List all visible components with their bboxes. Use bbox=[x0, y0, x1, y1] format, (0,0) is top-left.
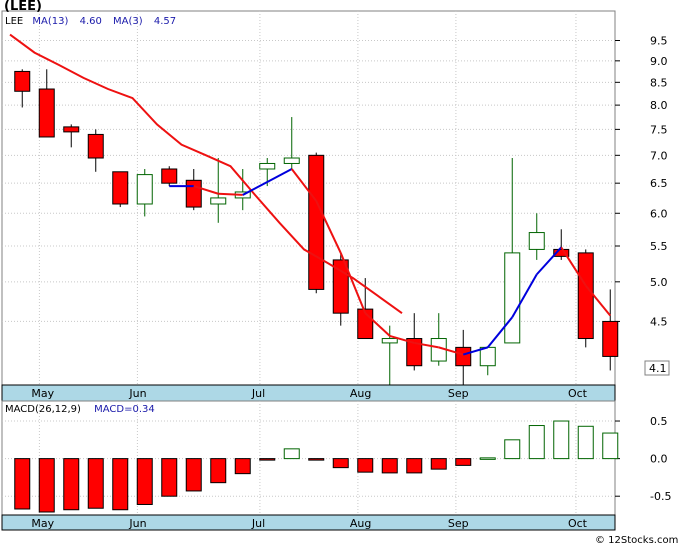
candle-down bbox=[38, 88, 55, 138]
legend-symbol: LEE bbox=[5, 16, 23, 27]
macd-bar-negative bbox=[234, 458, 251, 475]
legend-ma3-value: 4.57 bbox=[154, 16, 176, 27]
macd-bar-negative bbox=[381, 458, 398, 474]
candle-up bbox=[504, 252, 521, 344]
candle-up bbox=[283, 157, 300, 164]
macd-bar-negative bbox=[112, 458, 129, 511]
candle-down bbox=[577, 252, 594, 340]
last-price-marker: 4.1 bbox=[644, 360, 670, 376]
price-y-tick-label: 9.5 bbox=[650, 35, 668, 48]
macd-legend-value: MACD=0.34 bbox=[94, 404, 155, 415]
candle-down bbox=[112, 171, 129, 205]
macd-bar-negative bbox=[210, 458, 227, 484]
macd-bar-negative bbox=[136, 458, 153, 505]
price-y-tick-label: 6.0 bbox=[650, 207, 668, 220]
price-y-tick-label: 6.5 bbox=[650, 177, 668, 190]
ma3-segment bbox=[218, 192, 243, 196]
price-y-tick-label: 7.5 bbox=[650, 123, 668, 136]
macd-y-tick-label: 0.5 bbox=[650, 415, 668, 428]
candle-up bbox=[381, 338, 398, 344]
chart-title: (LEE) bbox=[4, 0, 42, 14]
macd-bar-positive bbox=[479, 457, 496, 460]
candle-down bbox=[14, 70, 31, 92]
macd-bar-negative bbox=[14, 458, 31, 510]
legend-ma13-label: MA(13) bbox=[32, 16, 68, 27]
x-tick-label: Jun bbox=[128, 517, 146, 530]
macd-bar-negative bbox=[406, 458, 423, 474]
macd-legend-label: MACD(26,12,9) bbox=[5, 404, 81, 415]
macd-bar-positive bbox=[528, 425, 545, 460]
price-y-tick-label: 5.0 bbox=[650, 276, 668, 289]
candle-down bbox=[185, 179, 202, 208]
x-tick-label: Aug bbox=[350, 517, 371, 530]
watermark: © 12Stocks.com bbox=[595, 535, 678, 546]
macd-legend: MACD(26,12,9) MACD=0.34 bbox=[5, 404, 155, 415]
x-tick-label: May bbox=[31, 387, 54, 400]
macd-bar-negative bbox=[63, 458, 80, 511]
candle-up bbox=[210, 197, 227, 205]
macd-bar-negative bbox=[455, 458, 472, 466]
candle-down bbox=[308, 154, 325, 290]
candle-down bbox=[161, 168, 178, 184]
macd-y-tick-label: 0.0 bbox=[650, 453, 668, 466]
x-tick-label: Jun bbox=[128, 387, 146, 400]
x-tick-label: Oct bbox=[568, 517, 588, 530]
price-y-tick-label: 4.5 bbox=[650, 315, 668, 328]
price-y-tick-label: 7.0 bbox=[650, 149, 668, 162]
x-tick-label: Aug bbox=[350, 387, 371, 400]
macd-panel: 0.5 0.0 -0.5 May Jun Jul Aug Sep Oct MACD(26,12… bbox=[1, 400, 671, 531]
macd-bar-negative bbox=[161, 458, 178, 497]
x-tick-label: Sep bbox=[448, 387, 469, 400]
stock-chart: 9.5 9.0 8.5 8.0 7.5 7.0 6.5 6.0 5.5 5.0 4.5 May Jun… bbox=[0, 0, 680, 546]
x-tick-label: May bbox=[31, 517, 54, 530]
x-tick-label: Jul bbox=[251, 387, 265, 400]
macd-x-axis-strip bbox=[1, 514, 616, 531]
price-y-tick-label: 5.5 bbox=[650, 240, 668, 253]
candle-up bbox=[479, 346, 496, 367]
macd-y-tick-label: -0.5 bbox=[650, 490, 671, 503]
macd-bar-negative bbox=[332, 458, 349, 469]
macd-bar-positive bbox=[504, 439, 521, 460]
legend-ma3-label: MA(3) bbox=[113, 16, 143, 27]
price-x-axis-strip bbox=[1, 384, 616, 402]
candle-up bbox=[259, 162, 276, 170]
macd-bar-negative bbox=[259, 458, 276, 461]
macd-bar-positive bbox=[577, 425, 594, 460]
candle-down bbox=[63, 126, 80, 133]
last-price-label: 4.1 bbox=[649, 362, 667, 375]
candle-down bbox=[455, 346, 472, 367]
macd-bar-negative bbox=[87, 458, 104, 509]
x-tick-label: Sep bbox=[448, 517, 469, 530]
macd-bar-negative bbox=[430, 458, 447, 470]
macd-bar-negative bbox=[357, 458, 374, 473]
price-panel: 9.5 9.0 8.5 8.0 7.5 7.0 6.5 6.0 5.5 5.0 4.5 May Jun… bbox=[1, 0, 670, 402]
legend-ma13-value: 4.60 bbox=[80, 16, 102, 27]
macd-bar-negative bbox=[185, 458, 202, 492]
candle-up bbox=[528, 232, 545, 250]
macd-bar-positive bbox=[553, 420, 570, 460]
price-y-tick-label: 9.0 bbox=[650, 55, 668, 68]
macd-bar-negative bbox=[308, 458, 325, 461]
price-y-tick-label: 8.5 bbox=[650, 76, 668, 89]
x-tick-label: Oct bbox=[568, 387, 588, 400]
x-tick-label: Jul bbox=[251, 517, 265, 530]
price-y-tick-label: 8.0 bbox=[650, 99, 668, 112]
candle-down bbox=[602, 320, 619, 357]
macd-bar-positive bbox=[283, 448, 300, 460]
candle-up bbox=[136, 174, 153, 205]
macd-bar-negative bbox=[38, 458, 55, 513]
macd-bar-positive bbox=[602, 432, 619, 460]
candle-down bbox=[87, 133, 104, 159]
